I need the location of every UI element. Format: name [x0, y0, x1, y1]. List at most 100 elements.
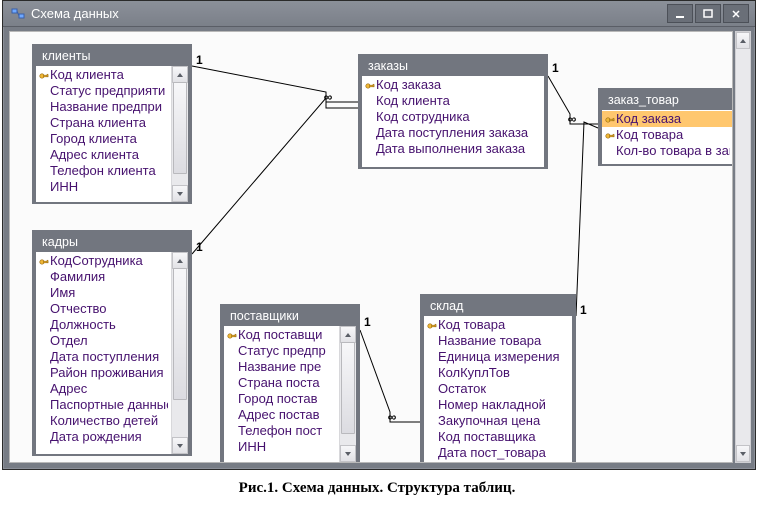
scroll-down-button[interactable]: [172, 185, 188, 202]
field-row[interactable]: Район проживания: [36, 365, 172, 381]
field-row[interactable]: Дата выполнения заказа: [362, 141, 544, 157]
max-button[interactable]: [695, 4, 721, 23]
field-row[interactable]: Телефон клиента: [36, 163, 172, 179]
svg-text:1: 1: [196, 53, 203, 67]
app-icon: [11, 8, 25, 20]
field-row[interactable]: Адрес клиента: [36, 147, 172, 163]
table-header[interactable]: поставщики: [224, 308, 356, 326]
field-label: Дата поступления заказа: [376, 125, 540, 141]
field-row[interactable]: Статус предпр: [224, 343, 340, 359]
field-row[interactable]: Закупочная цена: [424, 413, 572, 429]
field-label: Имя: [50, 285, 168, 301]
field-row[interactable]: ИНН: [36, 179, 172, 195]
window-title: Схема данных: [31, 6, 119, 21]
field-row[interactable]: Должность: [36, 317, 172, 333]
field-row[interactable]: Дата поступления: [36, 349, 172, 365]
field-row[interactable]: КолКуплТов: [424, 365, 572, 381]
field-label: Должность: [50, 317, 168, 333]
scroll-up-button[interactable]: [172, 66, 188, 83]
field-row[interactable]: Телефон пост: [224, 423, 340, 439]
table-клиенты[interactable]: клиентыКод клиентаСтатус предприятиНазва…: [32, 44, 192, 204]
scroll-thumb[interactable]: [173, 82, 187, 174]
scroll-down-button[interactable]: [340, 445, 356, 462]
scroll-thumb[interactable]: [173, 268, 187, 400]
field-row[interactable]: Страна клиента: [36, 115, 172, 131]
field-row[interactable]: Статус предприяти: [36, 83, 172, 99]
svg-text:1: 1: [580, 303, 587, 317]
field-row[interactable]: Адрес: [36, 381, 172, 397]
scroll-down-button[interactable]: [736, 445, 750, 462]
field-row[interactable]: Город клиента: [36, 131, 172, 147]
table-header[interactable]: заказ_товар: [602, 92, 733, 110]
field-row[interactable]: Название предпри: [36, 99, 172, 115]
field-label: Код поставщика: [438, 429, 568, 445]
field-row[interactable]: Дата пост_товара: [424, 445, 572, 461]
table-склад[interactable]: складКод товараНазвание товараЕдиница из…: [420, 294, 576, 463]
field-row[interactable]: Страна поста: [224, 375, 340, 391]
field-row[interactable]: Код товара: [602, 127, 733, 143]
field-label: Код товара: [438, 317, 568, 333]
table-заказ_товар[interactable]: заказ_товарКод заказаКод товараКол-во то…: [598, 88, 733, 166]
table-header[interactable]: кадры: [36, 234, 188, 252]
field-row[interactable]: Код поставщика: [424, 429, 572, 445]
field-row[interactable]: Количество детей: [36, 413, 172, 429]
field-row[interactable]: Единица измерения: [424, 349, 572, 365]
field-label: Статус предприяти: [50, 83, 168, 99]
field-row[interactable]: Адрес постав: [224, 407, 340, 423]
table-body: Код поставщиСтатус предпрНазвание преСтр…: [224, 326, 356, 462]
table-header[interactable]: склад: [424, 298, 572, 316]
field-row[interactable]: Код поставщи: [224, 327, 340, 343]
svg-text:∞: ∞: [565, 112, 579, 126]
field-row[interactable]: Название пре: [224, 359, 340, 375]
field-row[interactable]: Код товара: [424, 317, 572, 333]
field-row[interactable]: ИНН: [224, 439, 340, 455]
field-row[interactable]: Город постав: [224, 391, 340, 407]
scroll-up-button[interactable]: [736, 32, 750, 49]
field-label: Город постав: [238, 391, 336, 407]
canvas-scrollbar[interactable]: [735, 31, 751, 463]
window-titlebar[interactable]: Схема данных: [3, 1, 755, 27]
diagram-canvas[interactable]: 1 ∞ 1 1 ∞ 1 1 ∞ клиентыКод клиентаСтатус…: [9, 31, 733, 463]
field-label: Кол-во товара в зак: [616, 143, 730, 159]
field-row[interactable]: Отдел: [36, 333, 172, 349]
table-body: Код клиентаСтатус предприятиНазвание пре…: [36, 66, 188, 202]
field-row[interactable]: Код клиента: [36, 67, 172, 83]
primary-key-icon: [427, 320, 437, 330]
table-заказы[interactable]: заказыКод заказаКод клиентаКод сотрудник…: [358, 54, 548, 169]
field-row[interactable]: Название товара: [424, 333, 572, 349]
field-row[interactable]: Отчество: [36, 301, 172, 317]
field-row[interactable]: Код клиента: [362, 93, 544, 109]
field-label: Город клиента: [50, 131, 168, 147]
field-row[interactable]: КодСотрудника: [36, 253, 172, 269]
field-row[interactable]: Код сотрудника: [362, 109, 544, 125]
field-label: Название товара: [438, 333, 568, 349]
scroll-up-button[interactable]: [340, 326, 356, 343]
field-row[interactable]: Дата рождения: [36, 429, 172, 445]
field-row[interactable]: Фамилия: [36, 269, 172, 285]
table-scrollbar[interactable]: [339, 326, 356, 462]
field-row[interactable]: Номер накладной: [424, 397, 572, 413]
field-row[interactable]: Кол-во товара в зак: [602, 143, 733, 159]
field-row[interactable]: Имя: [36, 285, 172, 301]
field-row[interactable]: Код заказа: [362, 77, 544, 93]
table-поставщики[interactable]: поставщикиКод поставщиСтатус предпрНазва…: [220, 304, 360, 463]
scroll-down-button[interactable]: [172, 437, 188, 454]
scroll-thumb[interactable]: [341, 342, 355, 434]
field-label: КолКуплТов: [438, 365, 568, 381]
field-row[interactable]: Дата поступления заказа: [362, 125, 544, 141]
table-scrollbar[interactable]: [171, 252, 188, 454]
table-header[interactable]: заказы: [362, 58, 544, 76]
table-scrollbar[interactable]: [171, 66, 188, 202]
svg-text:∞: ∞: [321, 90, 335, 104]
field-label: Код сотрудника: [376, 109, 540, 125]
table-header[interactable]: клиенты: [36, 48, 188, 66]
field-row[interactable]: Код заказа: [602, 111, 733, 127]
field-label: ИНН: [50, 179, 168, 195]
min-button[interactable]: [667, 4, 693, 23]
scroll-up-button[interactable]: [172, 252, 188, 269]
close-button[interactable]: [723, 4, 749, 23]
table-кадры[interactable]: кадрыКодСотрудникаФамилияИмяОтчествоДолж…: [32, 230, 192, 456]
primary-key-icon: [227, 330, 237, 340]
field-row[interactable]: Остаток: [424, 381, 572, 397]
field-row[interactable]: Паспортные данные: [36, 397, 172, 413]
